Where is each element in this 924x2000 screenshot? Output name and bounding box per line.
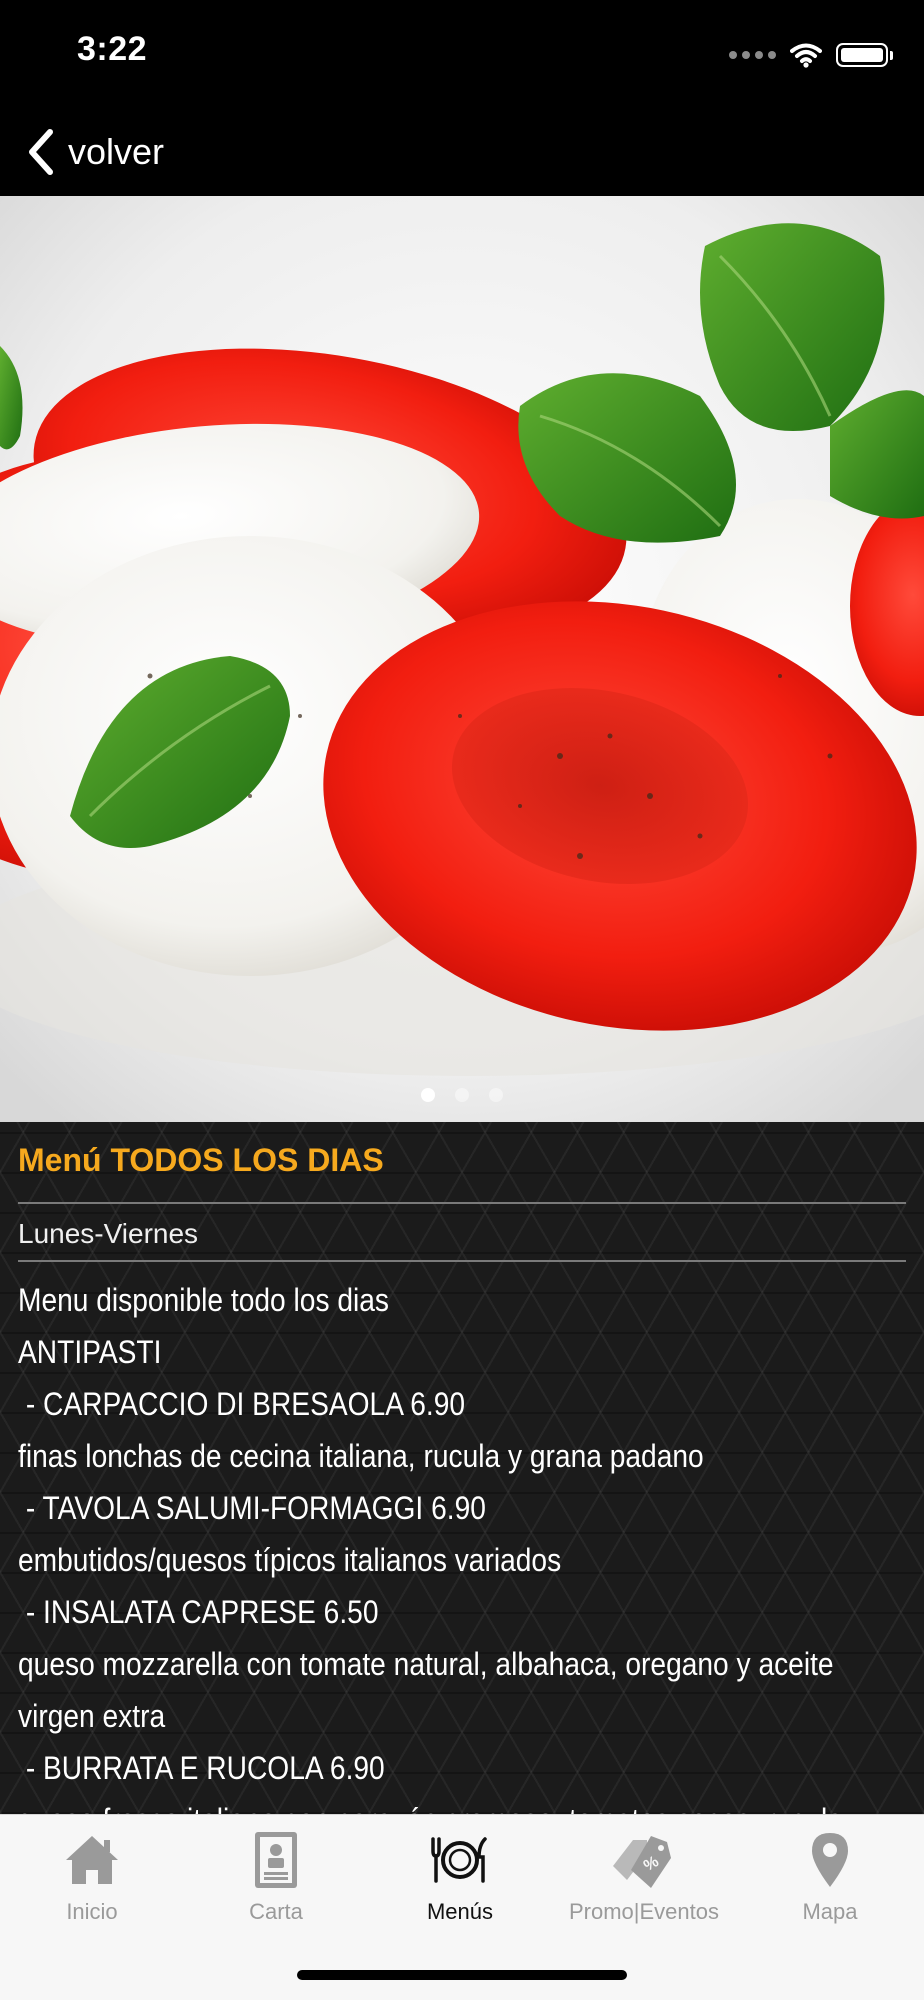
carousel-page-indicator[interactable]	[0, 1088, 924, 1102]
cellular-signal-icon	[729, 51, 776, 59]
status-icons	[729, 40, 893, 70]
tab-promo-eventos[interactable]: % Promo|Eventos	[552, 1829, 736, 1939]
price-tags-icon: %	[613, 1836, 671, 1888]
caprese-salad-image	[0, 196, 924, 1122]
navigation-bar: volver	[0, 110, 924, 196]
menu-line: ANTIPASTI	[18, 1334, 162, 1370]
tab-inicio[interactable]: Inicio	[0, 1829, 184, 1939]
page-dot-2[interactable]	[455, 1088, 469, 1102]
menu-title: Menú TODOS LOS DIAS	[18, 1142, 384, 1178]
tab-menus[interactable]: Menús	[368, 1829, 552, 1939]
subtitle-divider	[18, 1260, 906, 1262]
page-dot-3[interactable]	[489, 1088, 503, 1102]
back-button[interactable]: volver	[26, 122, 164, 182]
back-label: volver	[68, 131, 165, 172]
page-dot-1[interactable]	[421, 1088, 435, 1102]
menu-description: Menu disponible todo los dias ANTIPASTI …	[18, 1274, 898, 1814]
menu-line: queso fresco italiano con corazón cremos…	[18, 1794, 898, 1814]
app-screen: 3:22 volver Menú TODOS LOS DIAS Lunes-Vi…	[0, 0, 924, 2000]
tab-label: Mapa	[802, 1899, 858, 1924]
tab-bar: Inicio Carta Menús % Promo|Eventos Mapa	[0, 1814, 924, 2000]
menu-line: virgen extra	[18, 1698, 166, 1734]
chevron-left-icon	[29, 129, 53, 175]
menu-card-icon	[255, 1832, 297, 1888]
battery-icon	[836, 43, 893, 67]
menu-days: Lunes-Viernes	[18, 1218, 199, 1249]
menu-line: - INSALATA CAPRESE 6.50	[18, 1594, 379, 1630]
menu-detail-content[interactable]: Menú TODOS LOS DIAS Lunes-Viernes Menu d…	[0, 1122, 924, 1814]
menu-line: - BURRATA E RUCOLA 6.90	[18, 1750, 385, 1786]
tab-label: Carta	[249, 1899, 303, 1924]
title-divider	[18, 1202, 906, 1204]
tab-carta[interactable]: Carta	[184, 1829, 368, 1939]
status-bar: 3:22	[0, 0, 924, 110]
status-time: 3:22	[77, 30, 148, 68]
menu-line: Menu disponible todo los dias	[18, 1282, 390, 1318]
tab-label: Promo|Eventos	[568, 1899, 719, 1924]
menu-line: queso mozzarella con tomate natural, alb…	[18, 1646, 834, 1682]
map-pin-icon	[812, 1833, 848, 1887]
menu-line: finas lonchas de cecina italiana, rucula…	[18, 1438, 704, 1474]
home-indicator[interactable]	[297, 1970, 627, 1980]
cutlery-plate-icon	[431, 1837, 487, 1883]
hero-image-carousel[interactable]	[0, 196, 924, 1122]
tab-label: Inicio	[66, 1899, 118, 1924]
tab-mapa[interactable]: Mapa	[738, 1829, 922, 1939]
menu-line: - TAVOLA SALUMI-FORMAGGI 6.90	[18, 1490, 486, 1526]
house-icon	[66, 1836, 118, 1884]
menu-line: embutidos/quesos típicos italianos varia…	[18, 1542, 562, 1578]
tab-label: Menús	[426, 1899, 494, 1924]
wifi-icon	[790, 43, 822, 68]
menu-line: - CARPACCIO DI BRESAOLA 6.90	[18, 1386, 466, 1422]
